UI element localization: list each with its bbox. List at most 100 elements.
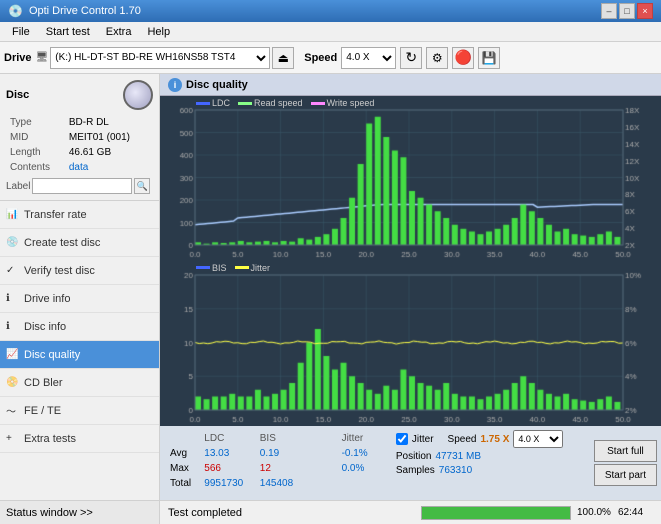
status-window-button[interactable]: Status window >>	[0, 501, 160, 524]
position-row: Position 47731 MB	[396, 451, 584, 462]
speed-select-stat[interactable]: 4.0 X	[513, 430, 563, 448]
refresh-button[interactable]: ↻	[400, 47, 422, 69]
sidebar-item-fe-te[interactable]: 〜 FE / TE	[0, 397, 159, 425]
bis-legend-label: BIS	[212, 263, 227, 273]
minimize-button[interactable]: –	[601, 3, 617, 19]
progress-container: 100.0% 62:44	[421, 506, 661, 520]
total-ldc: 9951730	[204, 477, 257, 490]
total-label: Total	[170, 477, 202, 490]
sidebar: Disc Type BD-R DL MID MEIT01 (001) Lengt…	[0, 74, 160, 500]
settings-button[interactable]: ⚙	[426, 47, 448, 69]
disc-quality-title: Disc quality	[186, 79, 248, 91]
sidebar-item-cd-bler[interactable]: 📀 CD Bler	[0, 369, 159, 397]
sidebar-item-drive-info[interactable]: ℹ Drive info	[0, 285, 159, 313]
avg-ldc: 13.03	[204, 447, 257, 460]
sidebar-item-disc-info[interactable]: ℹ Disc info	[0, 313, 159, 341]
close-button[interactable]: ×	[637, 3, 653, 19]
max-jitter: 0.0%	[342, 462, 380, 475]
mid-value: MEIT01 (001)	[67, 131, 151, 144]
menu-help[interactable]: Help	[139, 24, 178, 40]
bis-legend-color	[196, 266, 210, 269]
cd-bler-label: CD Bler	[24, 377, 63, 389]
extra-icon: +	[6, 433, 12, 444]
ldc-legend-color	[196, 102, 210, 105]
sidebar-item-disc-quality[interactable]: 📈 Disc quality	[0, 341, 159, 369]
contents-value: data	[67, 161, 151, 174]
sidebar-item-create-test-disc[interactable]: 💿 Create test disc	[0, 229, 159, 257]
stats-right: Jitter Speed 1.75 X 4.0 X Position 47731…	[390, 426, 590, 500]
drive-select[interactable]: (K:) HL-DT-ST BD-RE WH16NS58 TST4	[50, 47, 270, 69]
stats-table: LDC BIS Jitter Avg 13.03 0.19 -0.1%	[168, 430, 382, 492]
disc-quality-label: Disc quality	[24, 349, 80, 361]
extra-label: Extra tests	[24, 433, 76, 445]
bottom-chart-canvas	[160, 261, 661, 426]
transfer-label: Transfer rate	[24, 209, 87, 221]
status-text: Test completed	[160, 507, 421, 519]
sidebar-item-transfer-rate[interactable]: 📊 Transfer rate	[0, 201, 159, 229]
menu-bar: File Start test Extra Help	[0, 22, 661, 42]
read-legend-label: Read speed	[254, 98, 303, 108]
col-jitter: Jitter	[342, 432, 380, 445]
disc-info-icon: ℹ	[6, 321, 10, 332]
menu-file[interactable]: File	[4, 24, 38, 40]
menu-start-test[interactable]: Start test	[38, 24, 98, 40]
top-chart-canvas	[160, 96, 661, 261]
save-button[interactable]: 💾	[478, 47, 500, 69]
time-text: 62:44	[618, 507, 653, 518]
jitter-legend-label: Jitter	[251, 263, 271, 273]
type-value: BD-R DL	[67, 116, 151, 129]
avg-jitter: -0.1%	[342, 447, 380, 460]
samples-row: Samples 763310	[396, 465, 584, 476]
toolbar: Drive 🖥 (K:) HL-DT-ST BD-RE WH16NS58 TST…	[0, 42, 661, 74]
bottom-chart: BIS Jitter	[160, 261, 661, 426]
max-ldc: 566	[204, 462, 257, 475]
progress-fill	[422, 507, 570, 519]
col-spacer	[309, 432, 340, 445]
menu-extra[interactable]: Extra	[98, 24, 140, 40]
mid-label: MID	[8, 131, 65, 144]
drive-info-label: Drive info	[24, 293, 70, 305]
status-message: Test completed	[168, 507, 242, 519]
create-icon: 💿	[6, 237, 18, 248]
jitter-label: Jitter	[412, 434, 434, 445]
jitter-row: Jitter Speed 1.75 X 4.0 X	[396, 430, 584, 448]
disc-info-label: Disc info	[24, 321, 66, 333]
col-empty	[170, 432, 202, 445]
disc-quality-icon: 📈	[6, 349, 18, 360]
max-bis: 12	[260, 462, 307, 475]
verify-icon: ✓	[6, 265, 14, 276]
eject-button[interactable]: ⏏	[272, 47, 294, 69]
transfer-icon: 📊	[6, 209, 18, 220]
contents-label: Contents	[8, 161, 65, 174]
start-part-button[interactable]: Start part	[594, 464, 657, 486]
disc-quality-header: i Disc quality	[160, 74, 661, 96]
label-input[interactable]	[32, 178, 132, 194]
disc-icon	[123, 80, 153, 110]
burn-button[interactable]: 🔴	[452, 47, 474, 69]
position-value: 47731 MB	[435, 451, 481, 462]
speed-value: 1.75 X	[480, 434, 509, 445]
write-legend-label: Write speed	[327, 98, 375, 108]
cd-bler-icon: 📀	[6, 377, 18, 388]
speed-select[interactable]: 4.0 X	[341, 47, 396, 69]
maximize-button[interactable]: □	[619, 3, 635, 19]
label-btn[interactable]: 🔍	[134, 178, 150, 194]
title-bar: 💿 Opti Drive Control 1.70 – □ ×	[0, 0, 661, 22]
samples-label: Samples	[396, 465, 435, 476]
sidebar-item-verify-test-disc[interactable]: ✓ Verify test disc	[0, 257, 159, 285]
type-label: Type	[8, 116, 65, 129]
verify-label: Verify test disc	[24, 265, 95, 277]
sidebar-item-extra-tests[interactable]: + Extra tests	[0, 425, 159, 453]
disc-info-panel: Disc Type BD-R DL MID MEIT01 (001) Lengt…	[0, 74, 159, 201]
status-window-label: Status window >>	[6, 507, 93, 519]
max-label: Max	[170, 462, 202, 475]
total-jitter	[342, 477, 380, 490]
jitter-checkbox[interactable]	[396, 433, 408, 445]
position-label: Position	[396, 451, 432, 462]
samples-value: 763310	[439, 465, 472, 476]
col-bis: BIS	[260, 432, 307, 445]
app-title: Opti Drive Control 1.70	[29, 5, 141, 17]
start-full-button[interactable]: Start full	[594, 440, 657, 462]
write-legend-color	[311, 102, 325, 105]
progress-text: 100.0%	[577, 507, 612, 518]
